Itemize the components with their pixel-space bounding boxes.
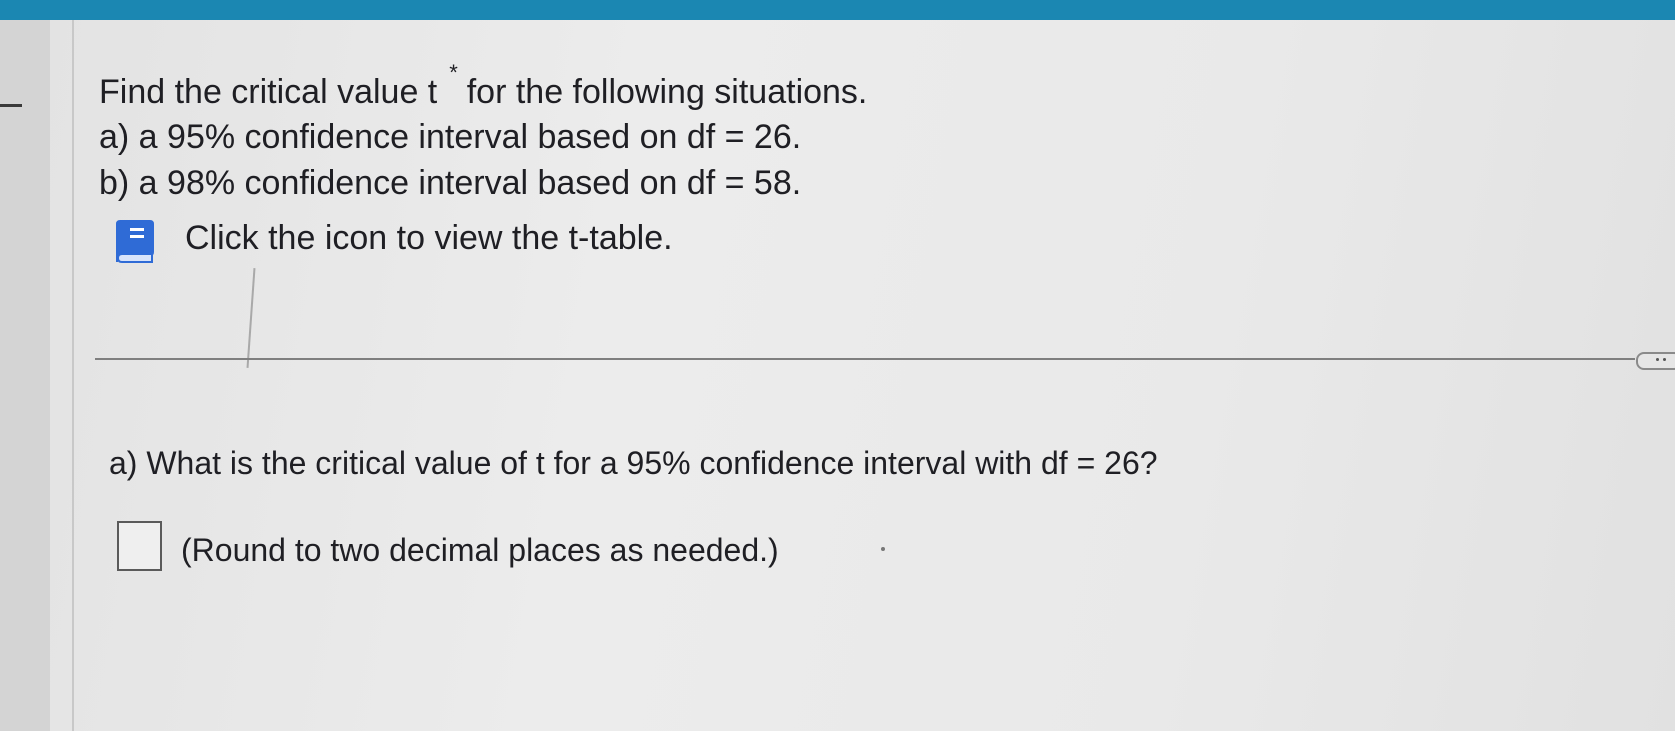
problem-statement: Find the critical value t * for the follo… xyxy=(99,60,868,112)
problem-statement-end: for the following situations. xyxy=(466,73,868,111)
ttable-link-label[interactable]: Click the icon to view the t-table. xyxy=(185,218,673,258)
top-bar xyxy=(0,0,1675,20)
book-icon[interactable] xyxy=(110,218,160,264)
answer-input[interactable] xyxy=(117,521,162,571)
panel-edge xyxy=(72,20,74,731)
handle-dot xyxy=(1663,358,1666,361)
handle-dot xyxy=(1656,358,1659,361)
question-a-text: a) What is the critical value of t for a… xyxy=(109,445,1158,481)
problem-statement-start: Find the critical value t xyxy=(99,73,438,111)
superscript-star: * xyxy=(449,60,458,85)
divider-handle[interactable] xyxy=(1636,352,1675,370)
part-a-description: a) a 95% confidence interval based on df… xyxy=(99,118,802,156)
rounding-instruction: (Round to two decimal places as needed.) xyxy=(181,532,779,568)
stray-dot xyxy=(881,547,885,551)
section-divider xyxy=(95,358,1635,360)
gutter-mark xyxy=(0,104,22,107)
part-b-description: b) a 98% confidence interval based on df… xyxy=(99,164,802,202)
